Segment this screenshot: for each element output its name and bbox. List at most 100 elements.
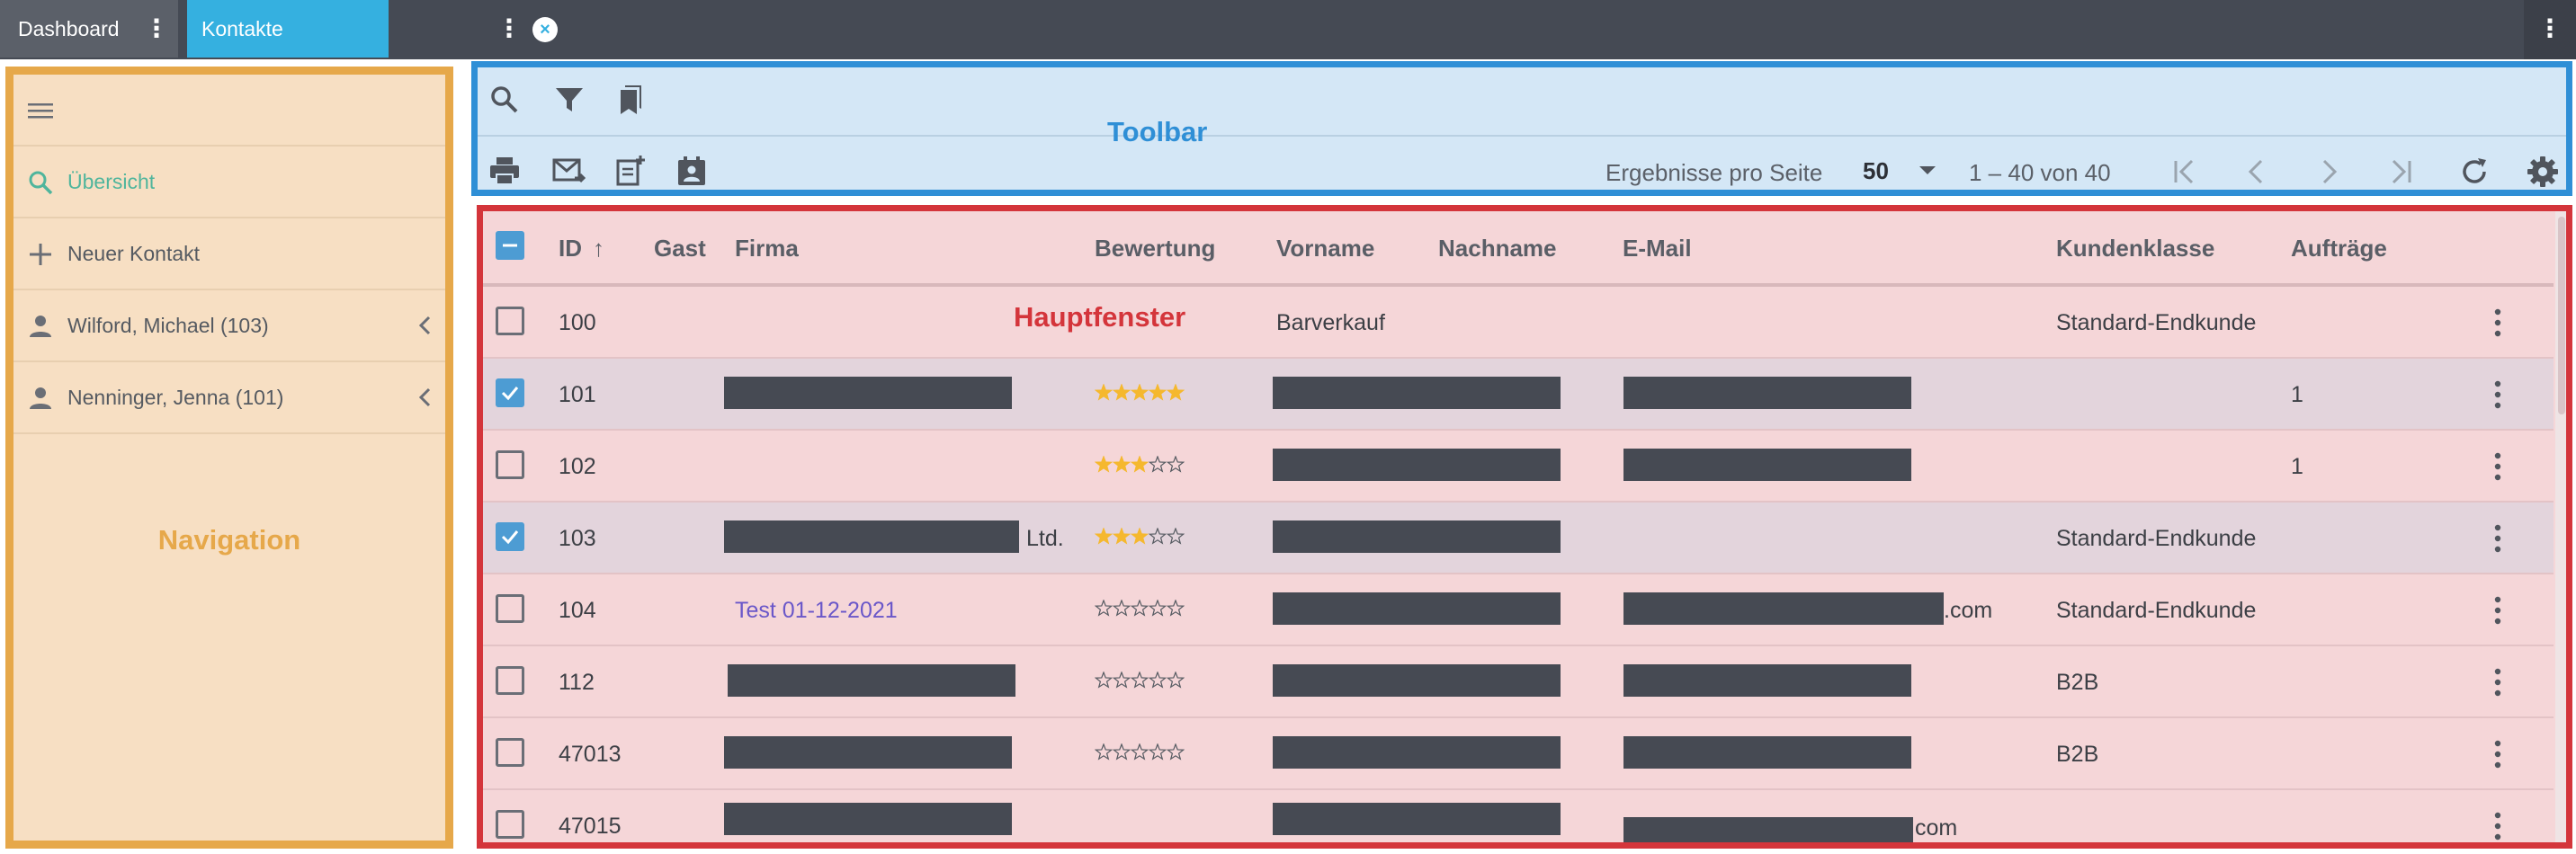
star-icon	[1148, 671, 1167, 689]
close-tab-icon[interactable]: ×	[532, 17, 558, 42]
main-window: ID ↑ Gast Firma Bewertung Vorname Nachna…	[477, 205, 2572, 849]
row-menu-icon[interactable]	[2493, 738, 2502, 770]
column-header-bewertung[interactable]: Bewertung	[1095, 235, 1215, 262]
add-note-icon[interactable]	[613, 153, 648, 189]
redacted-vorname	[1273, 592, 1561, 625]
table-row[interactable]: 104 Test 01-12-2021 .com Standard-Endkun…	[483, 574, 2554, 646]
table-row[interactable]: 101 1	[483, 359, 2554, 431]
sort-ascending-icon[interactable]: ↑	[593, 235, 604, 262]
star-icon	[1130, 527, 1149, 545]
table-row[interactable]: 47013 B2B	[483, 718, 2554, 790]
rating-stars-svg	[1094, 527, 1185, 545]
nav-item-contact-nenninger[interactable]: Nenninger, Jenna (101)	[13, 362, 445, 434]
chevron-left-icon[interactable]	[414, 384, 437, 411]
table-row[interactable]: 100 Barverkauf Standard-Endkunde	[483, 287, 2554, 359]
nav-item-overview[interactable]: Übersicht	[13, 147, 445, 218]
cell-firma-link[interactable]: Test 01-12-2021	[735, 598, 898, 624]
table-row[interactable]: 47015 com	[483, 790, 2554, 842]
column-header-id[interactable]: ID	[559, 235, 582, 262]
row-checkbox[interactable]	[496, 810, 524, 839]
column-header-auftraege[interactable]: Aufträge	[2291, 235, 2387, 262]
table-row[interactable]: 103 Ltd. Standard-Endkunde	[483, 503, 2554, 574]
filter-icon[interactable]	[551, 82, 587, 118]
contact-calendar-icon[interactable]	[674, 153, 710, 189]
row-menu-icon[interactable]	[2493, 810, 2502, 842]
last-page-icon[interactable]	[2383, 154, 2419, 190]
search-icon[interactable]	[487, 82, 523, 118]
redacted-email	[1623, 664, 1911, 697]
row-checkbox[interactable]	[496, 666, 524, 695]
star-icon	[1094, 671, 1114, 689]
print-icon[interactable]	[487, 153, 523, 189]
nav-item-contact-wilford[interactable]: Wilford, Michael (103)	[13, 290, 445, 362]
cell-auftraege: 1	[2291, 382, 2303, 407]
hamburger-menu-icon[interactable]	[24, 94, 57, 127]
next-page-icon[interactable]	[2311, 154, 2347, 190]
chevron-left-icon[interactable]	[414, 312, 437, 339]
star-icon	[1148, 599, 1167, 617]
select-all-checkbox[interactable]	[496, 231, 524, 260]
first-page-icon[interactable]	[2167, 154, 2203, 190]
star-icon	[1094, 743, 1114, 761]
row-menu-icon[interactable]	[2493, 522, 2502, 555]
rating-stars-svg	[1094, 671, 1185, 689]
bookmarks-icon[interactable]	[613, 82, 648, 118]
settings-gear-icon[interactable]	[2525, 154, 2561, 190]
column-header-vorname[interactable]: Vorname	[1276, 235, 1374, 262]
star-icon	[1130, 671, 1149, 689]
tab-kontakte-label: Kontakte	[201, 16, 283, 40]
app-root: Dashboard ⋮ Kontakte ⋮ × ⋮ Übersicht Neu…	[0, 0, 2576, 854]
row-menu-icon[interactable]	[2493, 307, 2502, 339]
dropdown-arrow-icon[interactable]	[1915, 157, 1940, 182]
nav-item-label: Wilford, Michael (103)	[67, 314, 269, 337]
row-checkbox[interactable]	[496, 738, 524, 767]
tab-kontakte[interactable]: Kontakte ⋮ ×	[187, 0, 558, 58]
nav-item-label: Neuer Kontakt	[67, 242, 201, 265]
table-row[interactable]: 102 1	[483, 431, 2554, 503]
star-icon	[1148, 743, 1167, 761]
cell-id: 112	[559, 670, 595, 695]
row-menu-icon[interactable]	[2493, 450, 2502, 483]
cell-kundenklasse: Standard-Endkunde	[2056, 526, 2257, 551]
email-forward-icon[interactable]	[551, 153, 587, 189]
row-menu-icon[interactable]	[2493, 378, 2502, 411]
star-icon	[1166, 599, 1185, 617]
tab-dashboard-label: Dashboard	[18, 16, 120, 40]
column-header-kundenklasse[interactable]: Kundenklasse	[2056, 235, 2214, 262]
column-header-gast[interactable]: Gast	[654, 235, 706, 262]
star-icon	[1112, 599, 1131, 617]
redacted-email	[1623, 449, 1911, 481]
redacted-firma	[724, 736, 1012, 769]
star-icon	[1166, 455, 1185, 473]
table-row[interactable]: 112 B2B	[483, 646, 2554, 718]
row-checkbox[interactable]	[496, 594, 524, 623]
row-menu-icon[interactable]	[2493, 594, 2502, 627]
scrollbar-thumb[interactable]	[2558, 217, 2565, 414]
star-icon	[1130, 383, 1149, 401]
previous-page-icon[interactable]	[2239, 154, 2275, 190]
cell-id: 47015	[559, 814, 622, 839]
table-scrollbar[interactable]	[2555, 211, 2566, 842]
star-icon	[1166, 527, 1185, 545]
row-checkbox[interactable]	[496, 522, 524, 551]
refresh-icon[interactable]	[2456, 154, 2492, 190]
cell-id: 101	[559, 382, 596, 407]
tab-dashboard-menu-icon[interactable]: ⋮	[144, 16, 169, 41]
redacted-vorname	[1273, 736, 1561, 769]
row-checkbox[interactable]	[496, 378, 524, 407]
tab-kontakte-menu-icon[interactable]: ⋮	[496, 16, 522, 41]
row-menu-icon[interactable]	[2493, 666, 2502, 698]
results-per-page-select[interactable]: 50	[1863, 157, 1889, 185]
navigation-annotation: Navigation	[157, 524, 301, 556]
nav-item-new-contact[interactable]: Neuer Kontakt	[13, 218, 445, 290]
tab-dashboard[interactable]: Dashboard ⋮	[0, 0, 178, 58]
column-header-firma[interactable]: Firma	[735, 235, 799, 262]
cell-kundenklasse: B2B	[2056, 670, 2099, 695]
star-icon	[1166, 671, 1185, 689]
column-header-nachname[interactable]: Nachname	[1438, 235, 1557, 262]
results-per-page-label: Ergebnisse pro Seite	[1606, 159, 1823, 186]
column-header-email[interactable]: E-Mail	[1623, 235, 1692, 262]
row-checkbox[interactable]	[496, 450, 524, 479]
row-checkbox[interactable]	[496, 307, 524, 335]
global-menu-icon[interactable]: ⋮	[2524, 0, 2576, 59]
